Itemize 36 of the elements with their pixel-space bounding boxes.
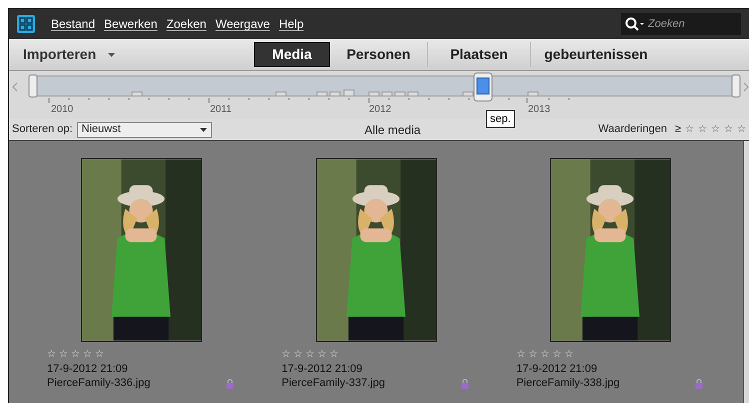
- menu-item[interactable]: Zoeken: [166, 15, 206, 33]
- rating-filter[interactable]: ☆ ☆ ☆ ☆ ☆: [685, 122, 746, 137]
- menu-item[interactable]: Bestand: [51, 15, 96, 33]
- import-button[interactable]: Importeren: [9, 44, 254, 65]
- file-name: PierceFamily-338.jpg: [516, 376, 620, 391]
- file-name: PierceFamily-337.jpg: [282, 376, 385, 391]
- date-tooltip: sep.: [486, 110, 515, 128]
- ratings-label: Waarderingen: [598, 122, 667, 138]
- tab[interactable]: Personen: [330, 42, 428, 67]
- year-label: 2013: [528, 103, 550, 117]
- caret-icon: [200, 128, 207, 132]
- file-name: PierceFamily-336.jpg: [47, 376, 150, 391]
- lock-icon: [226, 378, 234, 388]
- lock-icon: [695, 378, 704, 388]
- view-label: Alle media: [364, 122, 421, 138]
- year-label: 2012: [369, 103, 392, 117]
- year-label: 2011: [210, 103, 232, 117]
- tab[interactable]: gebeurtenissen: [531, 42, 661, 67]
- year-label: 2010: [51, 103, 74, 117]
- tab[interactable]: Plaatsen: [428, 42, 531, 67]
- menu-item[interactable]: Bewerken: [104, 15, 158, 33]
- sort-dropdown[interactable]: Nieuwst: [76, 122, 212, 138]
- ratings-operator[interactable]: ≥: [674, 121, 681, 138]
- search-icon: [625, 17, 645, 31]
- caret-icon: [108, 52, 116, 56]
- date-label: 17-9-2012 21:09: [515, 362, 598, 376]
- date-label: 17-9-2012 21:09: [280, 362, 364, 376]
- date-label: 17-9-2012 21:09: [46, 362, 129, 376]
- tab[interactable]: Media: [254, 42, 330, 67]
- menu-item[interactable]: Weergave: [215, 15, 270, 33]
- app-logo-icon[interactable]: [17, 15, 35, 33]
- search-field[interactable]: Zoeken: [621, 13, 741, 35]
- sort-label: Sorteren op:: [12, 122, 73, 138]
- menu-item[interactable]: Help: [278, 15, 304, 33]
- lock-icon: [460, 378, 469, 388]
- scrollbar[interactable]: [743, 141, 749, 403]
